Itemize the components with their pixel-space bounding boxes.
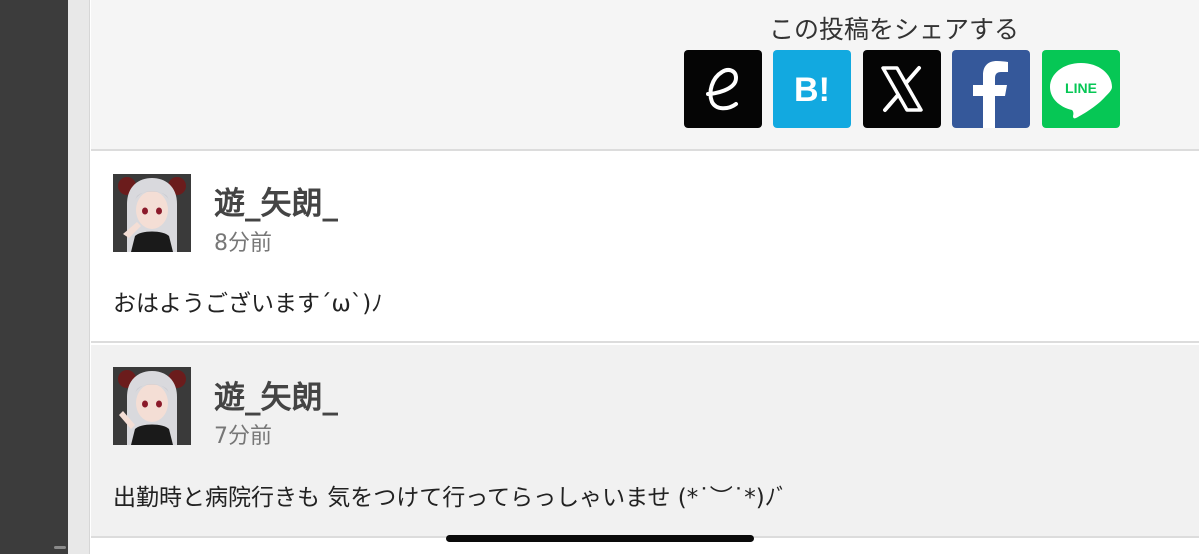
excite-share-button[interactable] — [684, 50, 762, 128]
hatena-bookmark-share-button[interactable]: B! — [773, 50, 851, 128]
facebook-icon — [973, 61, 1008, 128]
x-share-button[interactable] — [863, 50, 941, 128]
comment-text: おはようございます´ω`)ﾉ — [113, 291, 383, 317]
comment-item: 遊_矢朗_ 7分前 出勤時と病院行きも 気をつけて行ってらっしゃいませ (*˙︶… — [91, 345, 1199, 538]
anime-girl-avatar-icon — [113, 367, 191, 445]
avatar[interactable] — [113, 174, 191, 252]
comment-text: 出勤時と病院行きも 気をつけて行ってらっしゃいませ (*˙︶˙*)ﾉﾞ — [113, 485, 788, 511]
share-title: この投稿をシェアする — [769, 15, 1020, 44]
hatena-bookmark-icon: B! — [794, 71, 830, 109]
line-icon: LINE — [1050, 63, 1112, 119]
avatar[interactable] — [113, 367, 191, 445]
excite-e-icon — [706, 68, 739, 111]
share-section: この投稿をシェアする B! LINE — [91, 0, 1199, 151]
scroll-nub — [54, 546, 66, 549]
username[interactable]: 遊_矢朗_ — [214, 372, 338, 417]
timestamp: 8分前 — [214, 231, 272, 256]
home-indicator[interactable] — [446, 535, 754, 542]
anime-girl-avatar-icon — [113, 174, 191, 252]
left-dark-panel — [0, 0, 68, 554]
left-gutter — [68, 0, 90, 554]
x-logo-icon — [881, 66, 923, 112]
comment-item: 遊_矢朗_ 8分前 おはようございます´ω`)ﾉ — [91, 153, 1199, 343]
line-share-button[interactable]: LINE — [1042, 50, 1120, 128]
hatena-label: B! — [794, 71, 830, 109]
username[interactable]: 遊_矢朗_ — [214, 178, 338, 223]
line-label: LINE — [1065, 80, 1097, 96]
timestamp: 7分前 — [214, 424, 272, 449]
facebook-share-button[interactable] — [952, 50, 1030, 128]
